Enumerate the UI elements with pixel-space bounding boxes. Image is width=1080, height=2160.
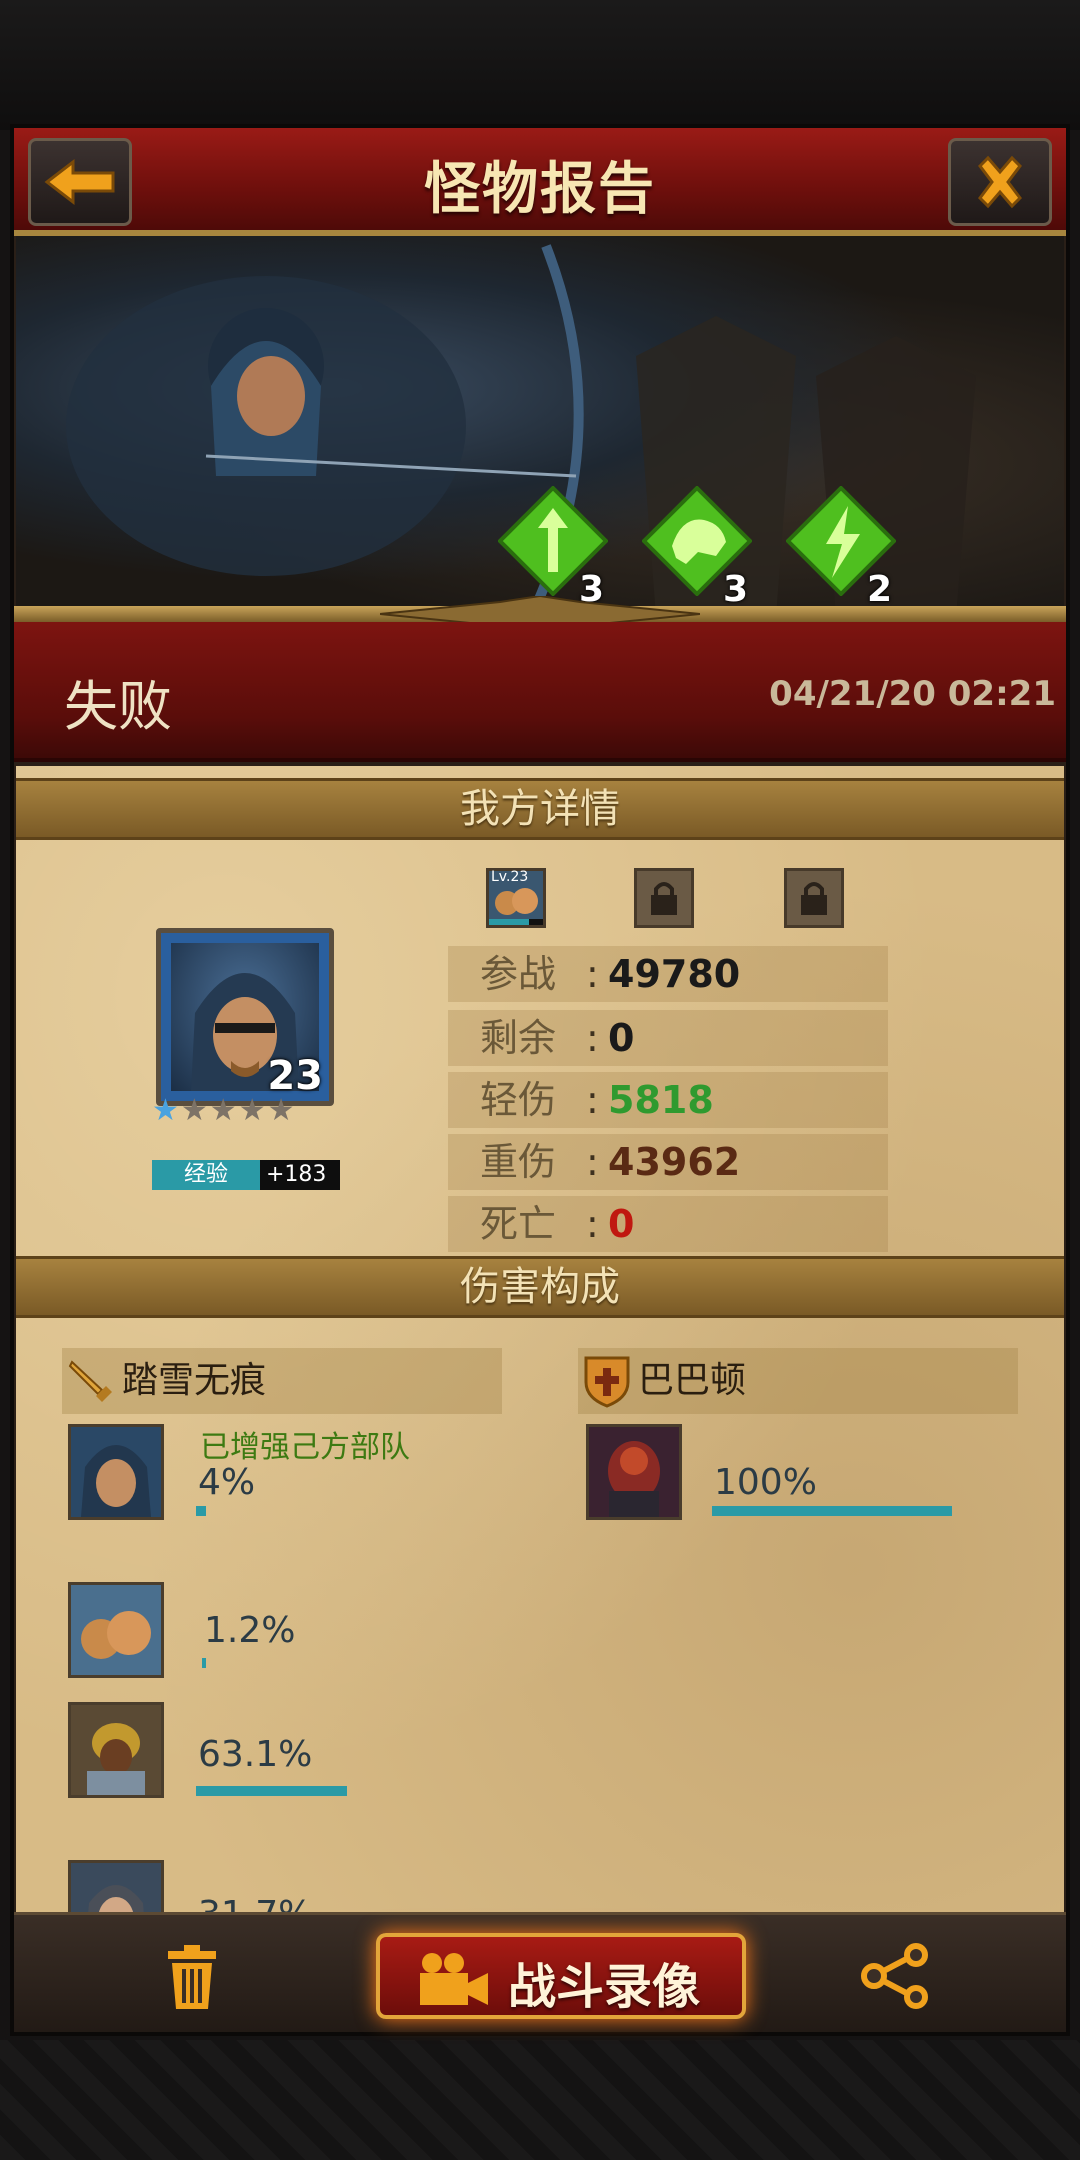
report-body: 我方详情 23 ★★★★★ 经验 +183 Lv.23 参战: 49780 剩… — [16, 766, 1064, 1912]
our-commander-header: 踏雪无痕 — [62, 1348, 502, 1414]
enemy-unit-icon[interactable] — [586, 1424, 682, 1520]
stat-label: 参战 — [480, 952, 557, 996]
stat-colon: : — [586, 952, 599, 996]
unit-bar — [196, 1506, 206, 1516]
share-button[interactable] — [860, 1943, 930, 2009]
stat-value: 0 — [608, 1202, 635, 1246]
stat-row-participated: 参战 : 49780 — [448, 946, 888, 1002]
stat-row-severely-wounded: 重伤 : 43962 — [448, 1134, 888, 1190]
section-damage: 伤害构成 — [16, 1256, 1064, 1318]
stat-row-lightly-wounded: 轻伤 : 5818 — [448, 1072, 888, 1128]
buff-beast[interactable]: 3 — [641, 485, 753, 610]
exp-bar: 经验 +183 — [152, 1160, 340, 1190]
unit-bar — [196, 1786, 347, 1796]
unit-pct: 1.2% — [204, 1610, 296, 1651]
troop-slot-2-locked[interactable] — [634, 868, 694, 928]
sword-icon — [68, 1360, 112, 1402]
header-bar: 怪物报告 — [14, 128, 1066, 236]
buff-lightning[interactable]: 2 — [785, 485, 897, 610]
battle-banner: 3 3 2 — [16, 236, 1064, 616]
lock-icon — [801, 882, 827, 915]
close-icon — [978, 155, 1022, 209]
trash-icon — [168, 1945, 216, 2009]
unit-hero-icon[interactable] — [68, 1424, 164, 1520]
stat-label: 剩余 — [480, 1016, 557, 1060]
troop-slot-3-locked[interactable] — [784, 868, 844, 928]
footer-toolbar: 战斗录像 — [14, 1912, 1066, 2032]
replay-label: 战斗录像 — [508, 1959, 701, 2015]
our-commander-name: 踏雪无痕 — [122, 1360, 267, 1401]
enemy-commander-header: 巴巴顿 — [578, 1348, 1018, 1414]
exp-value: +183 — [266, 1162, 327, 1187]
enemy-commander-name: 巴巴顿 — [638, 1360, 747, 1401]
unit-pct: 4% — [198, 1462, 256, 1503]
page-title: 怪物报告 — [424, 157, 656, 222]
stat-value: 0 — [608, 1016, 635, 1060]
stat-row-dead: 死亡 : 0 — [448, 1196, 888, 1252]
unit-pct: 63.1% — [198, 1734, 313, 1775]
lock-icon — [651, 882, 677, 915]
result-timestamp: 04/21/20 02:21 — [769, 674, 1056, 714]
hero-stars: ★★★★★ — [152, 1096, 352, 1126]
unit-bar — [202, 1658, 206, 1668]
stat-colon: : — [586, 1140, 599, 1184]
exp-label: 经验 — [152, 1160, 260, 1190]
stat-colon: : — [586, 1016, 599, 1060]
hero-portrait[interactable]: 23 — [156, 928, 334, 1106]
result-label: 失败 — [64, 675, 172, 738]
result-strip: 失败 04/21/20 02:21 — [14, 622, 1066, 762]
delete-button[interactable] — [162, 1945, 222, 2011]
section-our-details: 我方详情 — [16, 778, 1064, 840]
stat-colon: : — [586, 1078, 599, 1122]
troop-slot-1[interactable]: Lv.23 — [486, 868, 546, 928]
video-camera-icon — [420, 1953, 488, 2005]
enhance-text: 已增强己方部队 — [200, 1430, 410, 1465]
bottom-backdrop — [0, 2040, 1080, 2160]
shield-icon — [584, 1356, 630, 1408]
unit-infantry-icon[interactable] — [68, 1702, 164, 1798]
stat-label: 轻伤 — [480, 1078, 557, 1122]
enemy-unit-bar — [712, 1506, 952, 1516]
stat-row-remaining: 剩余 : 0 — [448, 1010, 888, 1066]
troop-slot-level: Lv.23 — [491, 869, 529, 885]
stat-label: 死亡 — [480, 1202, 557, 1246]
unit-mage-icon[interactable] — [68, 1860, 164, 1912]
stat-value: 5818 — [608, 1078, 714, 1122]
star-filled-icon: ★ — [152, 1093, 181, 1128]
buff-count: 3 — [722, 569, 748, 610]
stat-colon: : — [586, 1202, 599, 1246]
stat-value: 43962 — [608, 1140, 741, 1184]
share-icon — [861, 1943, 928, 2009]
enemy-unit-pct: 100% — [714, 1462, 817, 1503]
buff-count: 2 — [866, 569, 892, 610]
unit-pct: 31.7% — [198, 1894, 312, 1912]
top-backdrop — [0, 0, 1080, 130]
battle-replay-button[interactable]: 战斗录像 — [376, 1933, 746, 2019]
unit-beast-icon[interactable] — [68, 1582, 164, 1678]
stat-label: 重伤 — [480, 1140, 557, 1184]
close-button[interactable] — [948, 138, 1052, 226]
star-empty-icon: ★★★★ — [180, 1093, 297, 1128]
buff-arrow[interactable]: 3 — [497, 485, 609, 610]
stat-value: 49780 — [608, 952, 741, 996]
